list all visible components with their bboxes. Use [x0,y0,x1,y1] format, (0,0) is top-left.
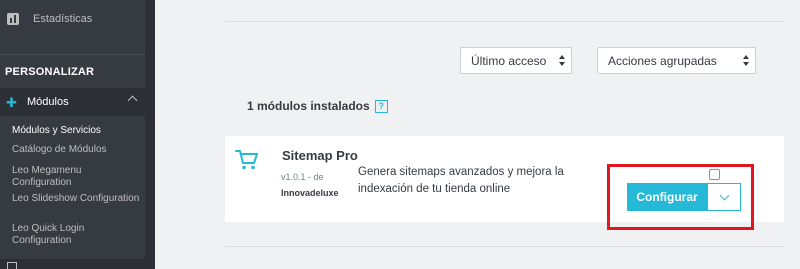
chevron-up-icon [127,95,138,106]
sidebar: Estadísticas PERSONALIZAR ✚ Módulos Módu… [0,0,145,269]
sidebar-item-design[interactable] [0,259,145,269]
chevron-down-icon [719,190,730,201]
sort-select-value: Último acceso [471,53,547,68]
module-name: Sitemap Pro [282,148,358,163]
module-select-checkbox[interactable] [709,169,720,180]
sidebar-scrollbar[interactable] [145,0,155,269]
bar-chart-icon [7,13,19,25]
sidebar-item-stats[interactable]: Estadísticas [0,0,145,38]
puzzle-icon: ✚ [6,94,17,110]
sidebar-item-label: Estadísticas [33,13,93,25]
sidebar-subitem-modules-services[interactable]: Módulos y Servicios [12,125,142,137]
bulk-actions-select[interactable]: Acciones agrupadas [597,47,756,74]
main-content: Último acceso Acciones agrupadas 1 módul… [155,0,800,269]
divider [225,21,785,22]
sort-select[interactable]: Último acceso [460,47,572,74]
sidebar-subitem-leo-megamenu[interactable]: Leo Megamenu Configuration [12,165,142,189]
module-version-text: v1.0.1 - de [281,172,324,182]
bulk-actions-value: Acciones agrupadas [608,53,717,68]
module-description: Genera sitemaps avanzados y mejora la in… [358,166,564,195]
modules-count: 1 módulos instalados ? [247,99,388,113]
divider [225,246,785,247]
sidebar-item-modules[interactable]: ✚ Módulos [0,88,145,116]
help-icon[interactable]: ? [374,99,388,113]
modules-count-label: 1 módulos instalados [247,99,370,113]
sidebar-section-title: PERSONALIZAR [5,66,95,78]
sidebar-divider [0,54,145,55]
sidebar-subitem-module-catalog[interactable]: Catálogo de Módulos [12,144,142,156]
cart-icon [235,150,258,170]
actions-dropdown-button[interactable] [707,183,741,211]
sidebar-subitem-leo-quick-login[interactable]: Leo Quick Login Configuration [12,223,142,247]
sidebar-subitem-leo-slideshow[interactable]: Leo Slideshow Configuration [12,193,142,205]
configure-button[interactable]: Configurar [627,183,707,211]
module-version: v1.0.1 - de Innovadeluxe [281,169,361,201]
monitor-icon [7,262,17,269]
module-author: Innovadeluxe [281,188,339,198]
sidebar-item-label: Módulos [27,96,69,108]
